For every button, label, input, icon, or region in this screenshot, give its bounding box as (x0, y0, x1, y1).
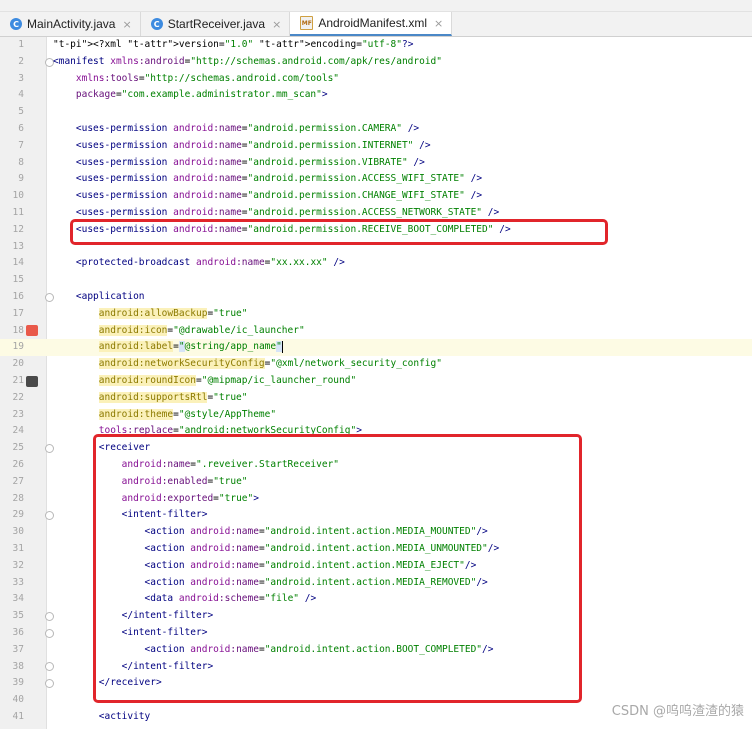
code-line[interactable]: 21 android:roundIcon="@mipmap/ic_launche… (0, 373, 752, 390)
java-class-icon: C (150, 18, 163, 30)
line-number: 27 (12, 475, 24, 487)
tab-label: StartReceiver.java (167, 17, 266, 31)
line-number: 8 (18, 156, 24, 168)
code-text: package="com.example.administrator.mm_sc… (75, 89, 328, 101)
line-number: 2 (18, 55, 24, 67)
line-number: 25 (12, 442, 24, 454)
line-number: 3 (18, 72, 24, 84)
code-text: android:label="@string/app_name" (98, 340, 283, 353)
xml-file-icon: MF (300, 16, 314, 30)
line-number: 34 (12, 593, 24, 605)
line-number: 16 (12, 291, 24, 302)
code-text: <activity (98, 711, 151, 722)
code-text: <uses-permission android:name="android.p… (75, 123, 420, 134)
code-text: <manifest xmlns:android="http://schemas.… (53, 55, 442, 67)
line-number: 38 (12, 660, 24, 672)
code-line[interactable]: 1 "t-pi"><?xml "t-attr">version="1.0" "t-… (0, 37, 752, 54)
line-number: 12 (12, 223, 24, 235)
code-text: android:roundIcon="@mipmap/ic_launcher_r… (98, 375, 357, 386)
code-text: android:theme="@style/AppTheme" (98, 408, 277, 420)
code-text: android:icon="@drawable/ic_launcher" (98, 324, 305, 336)
code-line[interactable]: 4 package="com.example.administrator.mm_… (0, 87, 752, 104)
line-number: 5 (18, 106, 24, 118)
code-text: <uses-permission android:name="android.p… (75, 156, 425, 168)
code-line[interactable]: 18 android:icon="@drawable/ic_launcher" (0, 323, 752, 340)
line-number: 24 (12, 425, 24, 437)
line-number: 41 (12, 711, 24, 722)
annotation-box-receiver (93, 434, 582, 703)
line-number: 11 (12, 207, 24, 218)
launcher-icon-preview[interactable] (26, 325, 38, 337)
tab-label: MainActivity.java (27, 17, 116, 31)
line-number: 14 (12, 257, 24, 269)
code-text: android:allowBackup="true" (98, 307, 248, 319)
watermark: CSDN @呜呜渣渣的猿 (611, 704, 744, 719)
code-line[interactable]: 2 <manifest xmlns:android="http://schemas… (0, 54, 752, 71)
code-line[interactable]: 20 android:networkSecurityConfig="@xml/n… (0, 356, 752, 373)
line-number: 1 (18, 39, 24, 50)
line-number: 28 (12, 492, 24, 504)
tab-mainactivity[interactable]: C MainActivity.java × (0, 12, 141, 36)
close-icon[interactable]: × (122, 18, 131, 31)
code-line[interactable]: 10 <uses-permission android:name="androi… (0, 188, 752, 205)
line-number: 4 (18, 89, 24, 101)
code-text: <application (75, 291, 145, 302)
code-line[interactable]: 22 android:supportsRtl="true" (0, 390, 752, 407)
code-line[interactable]: 16 <application (0, 289, 752, 306)
close-icon[interactable]: × (272, 18, 281, 31)
code-text: <uses-permission android:name="android.p… (75, 190, 483, 202)
code-line[interactable]: 19 android:label="@string/app_name" (0, 339, 752, 357)
code-line[interactable]: 17 android:allowBackup="true" (0, 306, 752, 323)
code-text: android:supportsRtl="true" (98, 391, 248, 403)
line-number: 32 (12, 559, 24, 571)
code-line[interactable]: 3 xmlns:tools="http://schemas.android.co… (0, 71, 752, 88)
line-number: 21 (12, 375, 24, 386)
tab-startreceiver[interactable]: C StartReceiver.java × (141, 12, 291, 36)
line-number: 13 (12, 240, 24, 252)
tab-label: AndroidManifest.xml (318, 16, 428, 30)
code-line[interactable]: 15 (0, 272, 752, 289)
line-number: 15 (12, 274, 24, 286)
line-number: 29 (12, 509, 24, 521)
annotation-box-boot-permission (70, 219, 608, 245)
line-number: 33 (12, 576, 24, 588)
line-number: 23 (12, 408, 24, 420)
line-number: 9 (18, 173, 24, 185)
line-number: 35 (12, 610, 24, 622)
round-icon-preview[interactable] (26, 375, 38, 387)
line-number: 10 (12, 190, 24, 202)
line-number: 17 (12, 307, 24, 319)
title-strip (0, 0, 752, 12)
code-line[interactable]: 23 android:theme="@style/AppTheme" (0, 407, 752, 424)
line-number: 26 (12, 459, 24, 470)
tab-androidmanifest[interactable]: MF AndroidManifest.xml × (290, 12, 453, 36)
code-text: android:networkSecurityConfig="@xml/netw… (98, 358, 442, 370)
code-line[interactable]: 8 <uses-permission android:name="android… (0, 155, 752, 172)
code-line[interactable]: 6 <uses-permission android:name="android… (0, 121, 752, 138)
code-text: xmlns:tools="http://schemas.android.com/… (75, 72, 340, 84)
code-line[interactable]: 14 <protected-broadcast android:name="xx… (0, 255, 752, 272)
line-number: 7 (18, 139, 24, 151)
code-text: <uses-permission android:name="android.p… (75, 173, 483, 185)
code-line[interactable]: 5 (0, 104, 752, 121)
line-number: 19 (12, 341, 24, 353)
code-line[interactable]: 9 <uses-permission android:name="android… (0, 171, 752, 188)
line-number: 40 (12, 694, 24, 706)
line-number: 30 (12, 526, 24, 538)
line-number: 6 (18, 123, 24, 134)
line-number: 37 (12, 643, 24, 655)
close-icon[interactable]: × (434, 17, 443, 30)
line-number: 31 (12, 543, 24, 554)
code-text: <protected-broadcast android:name="xx.xx… (75, 257, 345, 269)
line-number: 20 (12, 358, 24, 370)
editor-tab-bar: C MainActivity.java × C StartReceiver.ja… (0, 12, 752, 37)
java-class-icon: C (10, 18, 22, 30)
code-text: <uses-permission android:name="android.p… (75, 139, 431, 151)
code-text: "t-pi"><?xml "t-attr">version="1.0" "t-a… (53, 39, 414, 50)
line-number: 36 (12, 627, 24, 638)
line-number: 39 (12, 677, 24, 689)
line-number: 22 (12, 391, 24, 403)
code-line[interactable]: 7 <uses-permission android:name="android… (0, 138, 752, 155)
line-number: 18 (12, 324, 24, 336)
